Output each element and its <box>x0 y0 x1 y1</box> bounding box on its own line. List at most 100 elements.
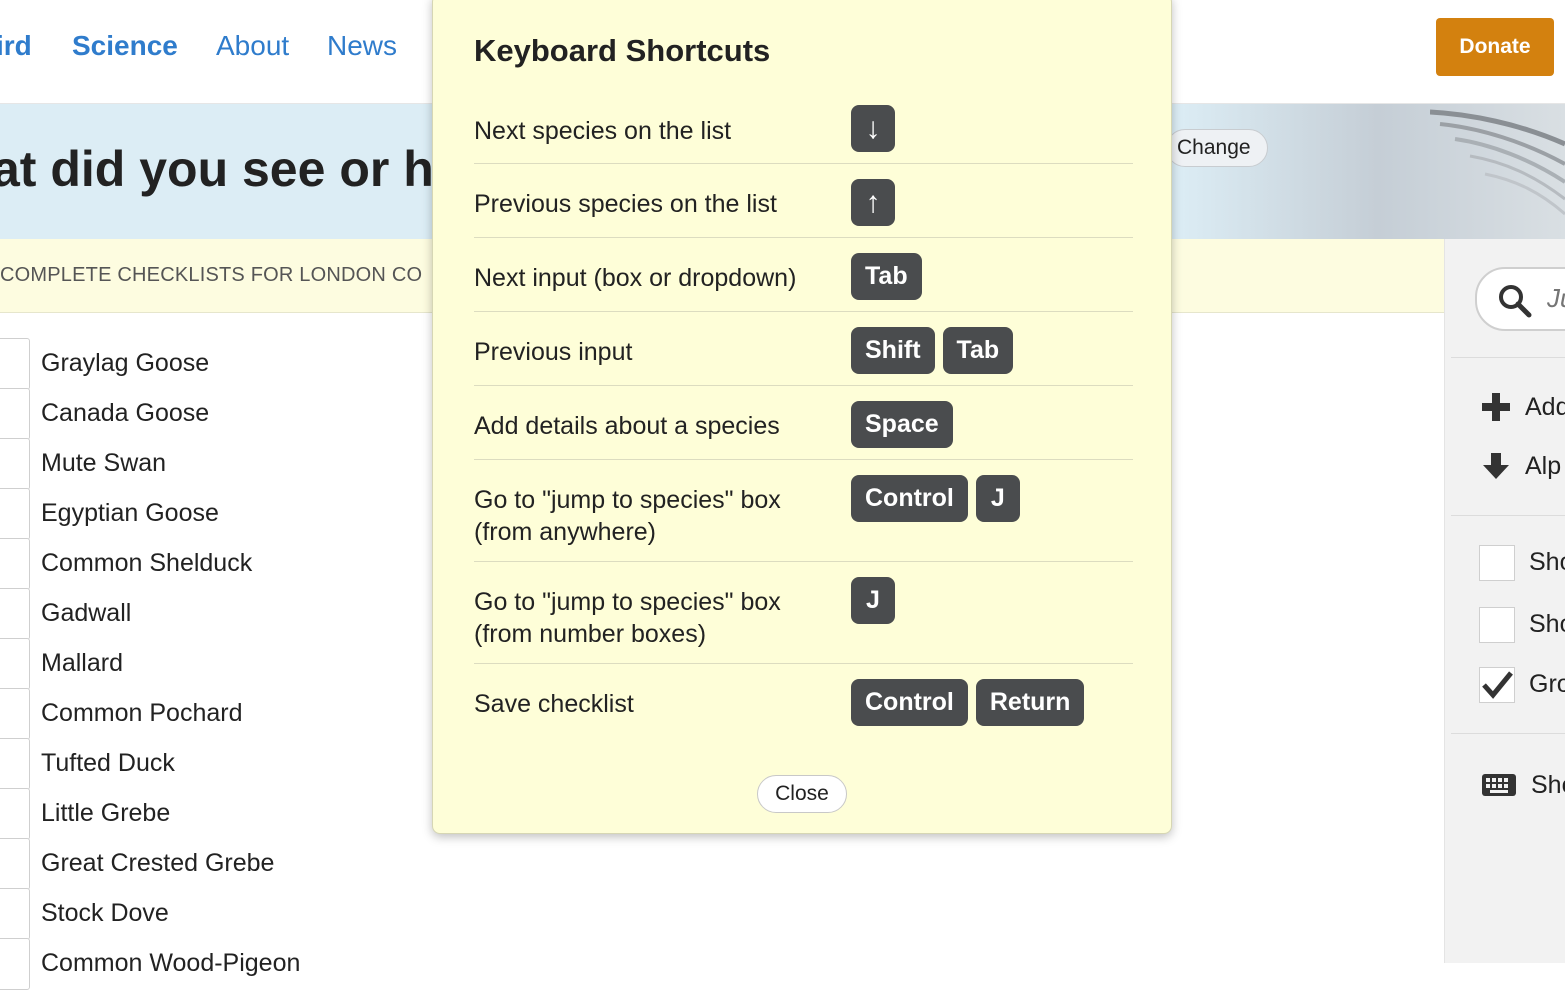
species-count-input[interactable] <box>0 838 30 890</box>
nav-link-about[interactable]: About <box>216 30 289 62</box>
shortcut-label: Next species on the list <box>474 117 732 145</box>
list-item: Little Grebe <box>0 787 430 840</box>
shortcut-row: Previous species on the list ↑ <box>474 164 1133 238</box>
sidebar-divider <box>1451 733 1565 734</box>
shortcut-keys: Shift Tab <box>851 327 1014 374</box>
show-shortcuts-label: Sho <box>1531 770 1565 799</box>
species-name: Graylag Goose <box>41 349 210 377</box>
list-item: Common Wood-Pigeon <box>0 937 430 990</box>
show-shortcuts-button[interactable]: Sho <box>1481 765 1565 805</box>
j-key: J <box>975 475 1020 522</box>
shortcut-row: Go to "jump to species" box (from number… <box>474 562 1133 664</box>
species-name: Common Shelduck <box>41 549 253 577</box>
shortcut-label: Save checklist <box>474 690 634 718</box>
species-count-input[interactable] <box>0 338 30 390</box>
sort-alpha-button[interactable]: Alp <box>1481 446 1561 486</box>
list-item: Mallard <box>0 637 430 690</box>
shortcut-keys: Control Return <box>851 679 1085 726</box>
dialog-title: Keyboard Shortcuts <box>474 33 771 68</box>
search-icon <box>1499 285 1532 318</box>
jump-to-species-search[interactable] <box>1475 267 1565 331</box>
list-item: Egyptian Goose <box>0 487 430 540</box>
species-count-input[interactable] <box>0 588 30 640</box>
jump-to-species-input[interactable] <box>1545 281 1565 315</box>
shortcut-keys: Control J <box>851 475 1020 522</box>
shortcut-label: Next input (box or dropdown) <box>474 264 797 292</box>
species-count-input[interactable] <box>0 488 30 540</box>
checklist-count-text: COMPLETE CHECKLISTS FOR LONDON CO <box>0 264 423 286</box>
add-species-button[interactable]: Add <box>1481 387 1565 427</box>
species-count-input[interactable] <box>0 888 30 940</box>
donate-button[interactable]: Donate <box>1436 18 1554 76</box>
keyboard-icon <box>1482 774 1516 796</box>
list-item: Graylag Goose <box>0 337 430 390</box>
species-count-input[interactable] <box>0 938 30 990</box>
species-name: Little Grebe <box>41 799 171 827</box>
shortcut-row: Add details about a species Space <box>474 386 1133 460</box>
shortcut-keys: J <box>851 577 895 624</box>
list-item: Common Shelduck <box>0 537 430 590</box>
right-sidebar: Add Alp Sho Sho Gro Sho <box>1444 239 1565 963</box>
j-key: J <box>851 577 895 624</box>
page-title: at did you see or h <box>0 141 434 197</box>
shortcut-row: Previous input Shift Tab <box>474 312 1133 386</box>
shortcut-keys: ↑ <box>851 179 895 226</box>
species-name: Tufted Duck <box>41 749 175 777</box>
list-item: Mute Swan <box>0 437 430 490</box>
checkmark-icon <box>1482 671 1513 699</box>
tab-key: Tab <box>851 253 922 300</box>
shortcut-label: Go to "jump to species" box (from number… <box>474 588 781 648</box>
species-name: Stock Dove <box>41 899 169 927</box>
species-count-input[interactable] <box>0 638 30 690</box>
brand-link[interactable]: ird <box>0 30 32 62</box>
shortcut-label: Go to "jump to species" box (from anywhe… <box>474 486 781 546</box>
control-key: Control <box>851 679 968 726</box>
show-option-checkbox[interactable] <box>1479 607 1515 643</box>
return-key: Return <box>975 679 1085 726</box>
space-key: Space <box>851 401 953 448</box>
sort-alpha-label: Alp <box>1525 451 1562 480</box>
species-count-input[interactable] <box>0 738 30 790</box>
shortcut-keys: ↓ <box>851 105 895 152</box>
change-button[interactable]: Change <box>1166 129 1268 167</box>
sidebar-divider <box>1451 515 1565 516</box>
nav-link-news[interactable]: News <box>327 30 397 62</box>
species-name: Mallard <box>41 649 123 677</box>
control-key: Control <box>851 475 968 522</box>
close-button[interactable]: Close <box>757 775 847 813</box>
shortcut-keys: Space <box>851 401 953 448</box>
shortcut-row: Next species on the list ↓ <box>474 99 1133 164</box>
list-item: Gadwall <box>0 587 430 640</box>
arrow-down-key: ↓ <box>851 105 895 152</box>
shortcut-keys: Tab <box>851 253 922 300</box>
list-item: Canada Goose <box>0 387 430 440</box>
keyboard-shortcuts-dialog: Keyboard Shortcuts Next species on the l… <box>432 0 1172 834</box>
species-count-input[interactable] <box>0 438 30 490</box>
species-name: Common Wood-Pigeon <box>41 949 301 977</box>
group-option-label: Gro <box>1529 670 1565 698</box>
arrow-up-key: ↑ <box>851 179 895 226</box>
show-option-label: Sho <box>1529 610 1565 638</box>
sidebar-divider <box>1451 357 1565 358</box>
species-count-input[interactable] <box>0 688 30 740</box>
show-option-label: Sho <box>1529 548 1565 576</box>
nav-link-science[interactable]: Science <box>72 30 178 62</box>
list-item: Tufted Duck <box>0 737 430 790</box>
species-list: Graylag Goose Canada Goose Mute Swan Egy… <box>0 337 430 990</box>
shortcut-row: Next input (box or dropdown) Tab <box>474 238 1133 312</box>
shortcut-label: Previous input <box>474 338 633 366</box>
list-item: Stock Dove <box>0 887 430 940</box>
species-name: Egyptian Goose <box>41 499 219 527</box>
group-option-checkbox[interactable] <box>1479 667 1515 703</box>
plus-icon <box>1482 393 1510 421</box>
shortcut-row: Go to "jump to species" box (from anywhe… <box>474 460 1133 562</box>
species-count-input[interactable] <box>0 538 30 590</box>
species-count-input[interactable] <box>0 388 30 440</box>
shortcut-row: Save checklist Control Return <box>474 664 1133 744</box>
show-option-checkbox[interactable] <box>1479 545 1515 581</box>
list-item: Common Pochard <box>0 687 430 740</box>
shortcut-label: Add details about a species <box>474 412 780 440</box>
species-name: Great Crested Grebe <box>41 849 275 877</box>
species-name: Canada Goose <box>41 399 210 427</box>
species-count-input[interactable] <box>0 788 30 840</box>
